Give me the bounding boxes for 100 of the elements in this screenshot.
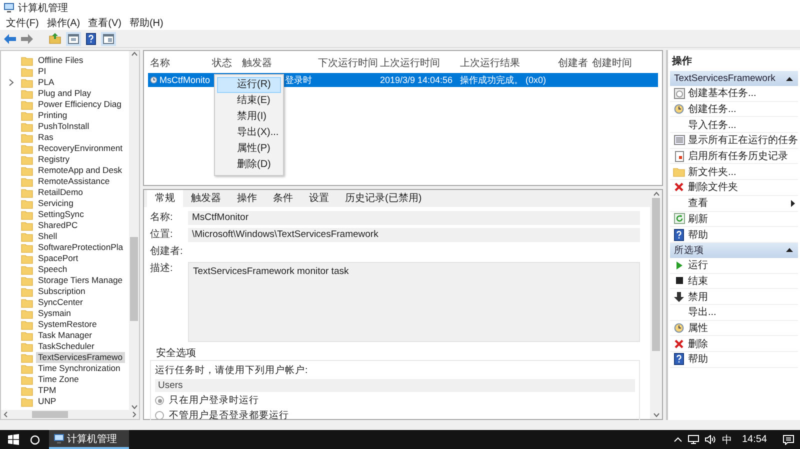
- speaker-icon[interactable]: [704, 435, 716, 444]
- tree-item[interactable]: PLA: [36, 77, 56, 88]
- menu-item[interactable]: 禁用(I): [217, 109, 281, 125]
- action-item[interactable]: 导入任务...: [688, 118, 798, 132]
- tree-item[interactable]: Ras: [36, 132, 56, 143]
- text-area[interactable]: TextServicesFramework monitor task: [188, 262, 640, 342]
- column-header[interactable]: 触发器: [240, 56, 316, 70]
- tree-item[interactable]: PushToInstall: [36, 121, 92, 132]
- chevron-down-icon[interactable]: [130, 404, 138, 410]
- scrollbar[interactable]: [129, 51, 139, 410]
- tab[interactable]: 条件: [265, 190, 301, 207]
- action-item[interactable]: 创建基本任务...: [688, 86, 798, 100]
- caret-up-icon[interactable]: [786, 76, 793, 80]
- action-item[interactable]: 删除文件夹: [688, 180, 798, 194]
- action-item[interactable]: 刷新: [688, 212, 798, 226]
- tab[interactable]: 常规: [147, 190, 183, 207]
- column-header[interactable]: 名称: [148, 56, 210, 70]
- tree-item[interactable]: RemoteAssistance: [36, 176, 112, 187]
- tree-item[interactable]: RemoteApp and Desk: [36, 165, 124, 176]
- tab[interactable]: 操作: [229, 190, 265, 207]
- windows-logo-icon[interactable]: [8, 434, 18, 445]
- menu-item[interactable]: 文件(F): [3, 16, 42, 30]
- window-pane-icon[interactable]: [66, 32, 81, 46]
- tree-item[interactable]: Storage Tiers Manage: [36, 275, 125, 286]
- column-header[interactable]: 创建者: [556, 56, 590, 70]
- tree-item[interactable]: Registry: [36, 154, 72, 165]
- text-field[interactable]: \Microsoft\Windows\TextServicesFramework: [188, 228, 640, 242]
- column-header[interactable]: 状态: [210, 56, 240, 70]
- menu-item[interactable]: 查看(V): [85, 16, 124, 30]
- menu-item[interactable]: 操作(A): [44, 16, 84, 30]
- tree-item[interactable]: Subscription: [36, 286, 88, 297]
- tree-item[interactable]: Sysmain: [36, 308, 73, 319]
- tree-item[interactable]: PI: [36, 66, 48, 77]
- tree-item[interactable]: Shell: [36, 231, 60, 242]
- action-item[interactable]: 创建任务...: [688, 102, 798, 116]
- caret-up-icon[interactable]: [786, 248, 793, 252]
- menu-item[interactable]: 删除(D): [217, 157, 281, 173]
- tree-item[interactable]: TextServicesFramewo: [36, 352, 125, 363]
- tree-item[interactable]: Task Manager: [36, 330, 94, 341]
- tab[interactable]: 触发器: [183, 190, 229, 207]
- tree-item[interactable]: Power Efficiency Diag: [36, 99, 124, 110]
- action-item[interactable]: 属性: [688, 320, 798, 335]
- tree-item[interactable]: Time Synchronization: [36, 363, 122, 374]
- tree-item[interactable]: Time Zone: [36, 374, 81, 385]
- column-header[interactable]: 上次运行时间: [378, 56, 458, 70]
- action-item[interactable]: 删除: [688, 336, 798, 351]
- action-item[interactable]: 新文件夹...: [688, 164, 798, 179]
- column-header[interactable]: 上次运行结果: [458, 56, 556, 70]
- clock-text[interactable]: 14:54: [742, 434, 767, 445]
- menu-item[interactable]: 帮助(H): [126, 16, 166, 30]
- column-header[interactable]: 下次运行时间: [316, 56, 378, 70]
- tree-item[interactable]: SoftwareProtectionPla: [36, 242, 126, 253]
- scrollbar[interactable]: [1, 410, 139, 419]
- tree-item[interactable]: UNP: [36, 396, 58, 407]
- tree-item[interactable]: SharedPC: [36, 220, 80, 231]
- action-item[interactable]: 禁用: [688, 290, 798, 304]
- action-item[interactable]: 显示所有正在运行的任务: [688, 133, 798, 148]
- folder-up-icon[interactable]: [49, 33, 61, 44]
- action-item[interactable]: 导出...: [688, 305, 798, 320]
- action-item[interactable]: 启用所有任务历史记录: [688, 149, 798, 164]
- tree-item[interactable]: Plug and Play: [36, 88, 94, 99]
- tree-item[interactable]: RecoveryEnvironment: [36, 143, 125, 154]
- section-header[interactable]: TextServicesFramework: [670, 71, 798, 86]
- action-item[interactable]: 帮助: [688, 352, 798, 366]
- tree-item[interactable]: Printing: [36, 110, 70, 121]
- tree-item[interactable]: Servicing: [36, 198, 76, 209]
- tree-item[interactable]: Offline Files: [36, 55, 86, 66]
- radio-button[interactable]: [155, 396, 164, 405]
- menu-item[interactable]: 属性(P): [217, 141, 281, 157]
- action-item[interactable]: 帮助: [688, 228, 798, 242]
- network-icon[interactable]: [688, 435, 699, 444]
- ime-indicator[interactable]: 中: [722, 432, 732, 446]
- scrollbar-thumb[interactable]: [130, 237, 138, 321]
- scrollbar[interactable]: [650, 190, 662, 419]
- menu-item[interactable]: 结束(E): [217, 93, 281, 109]
- menu-item[interactable]: 运行(R): [217, 77, 281, 93]
- chevron-down-icon[interactable]: [652, 411, 660, 419]
- tree-item[interactable]: SettingSync: [36, 209, 86, 220]
- section-header[interactable]: 所选项: [670, 242, 798, 258]
- tree-item[interactable]: SpacePort: [36, 253, 80, 264]
- back-arrow-icon[interactable]: [4, 34, 16, 44]
- scrollbar-thumb[interactable]: [652, 198, 660, 352]
- action-item[interactable]: 结束: [688, 274, 798, 288]
- account-field[interactable]: Users: [155, 379, 635, 392]
- menu-item[interactable]: 导出(X)...: [217, 125, 281, 141]
- tree-item[interactable]: Speech: [36, 264, 70, 275]
- tab[interactable]: 历史记录(已禁用): [337, 190, 430, 207]
- scrollbar-thumb[interactable]: [32, 411, 68, 418]
- tree-item[interactable]: RetailDemo: [36, 187, 85, 198]
- window-pane-icon[interactable]: [101, 32, 116, 46]
- search-icon[interactable]: [30, 434, 40, 444]
- notification-icon[interactable]: [783, 434, 794, 444]
- taskbar-app[interactable]: 计算机管理: [49, 430, 129, 449]
- help-icon[interactable]: [86, 32, 96, 44]
- forward-arrow-icon[interactable]: [21, 34, 33, 44]
- tab[interactable]: 设置: [301, 190, 337, 207]
- tree-item[interactable]: TaskScheduler: [36, 341, 96, 352]
- tree-item[interactable]: TPM: [36, 385, 58, 396]
- action-item[interactable]: 运行: [688, 258, 798, 272]
- expand-chevron-icon[interactable]: [8, 79, 14, 86]
